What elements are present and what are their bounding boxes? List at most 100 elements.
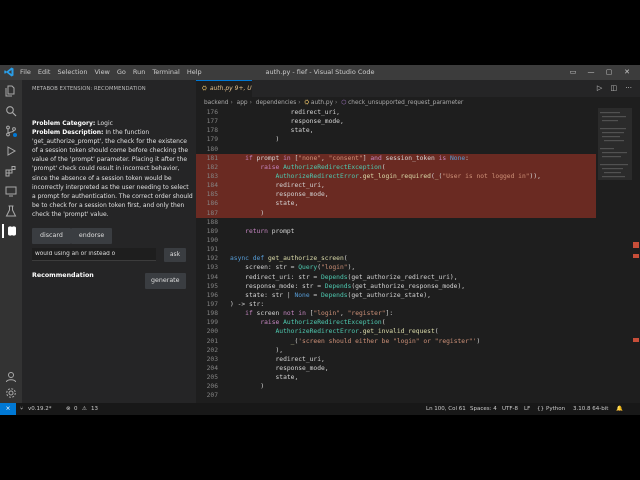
- line-number: 178: [206, 127, 218, 135]
- editor-scrollbar[interactable]: [632, 108, 640, 402]
- notifications-bell-icon[interactable]: 🔔: [616, 403, 623, 415]
- code-line[interactable]: 206 ): [196, 382, 596, 391]
- code-text: state,: [230, 127, 314, 135]
- ask-input[interactable]: [32, 248, 156, 261]
- tab-bar: ⛭ auth.py 9+, U ▷ ◫ ···: [196, 80, 640, 97]
- menu-help[interactable]: Help: [187, 65, 202, 80]
- code-line[interactable]: 202 ),: [196, 346, 596, 355]
- language-mode[interactable]: Python: [546, 403, 565, 415]
- warning-count[interactable]: 13: [91, 403, 98, 415]
- code-line[interactable]: 193 screen: str = Query("login"),: [196, 263, 596, 272]
- python-interpreter[interactable]: 3.10.8 64-bit: [573, 403, 608, 415]
- metabob-sidebar: METABOB EXTENSION: RECOMMENDATION Proble…: [22, 80, 196, 403]
- search-icon[interactable]: [4, 104, 18, 118]
- code-line[interactable]: 185 response_mode,: [196, 190, 596, 200]
- code-line[interactable]: 187 ): [196, 208, 596, 218]
- code-view[interactable]: 176 redirect_uri, 177 response_mode, 178 s…: [196, 108, 596, 402]
- code-line[interactable]: 184 redirect_uri,: [196, 181, 596, 191]
- code-line[interactable]: 181 if prompt in ["none", "consent"] and…: [196, 153, 596, 163]
- error-icon: ⊗: [66, 406, 71, 412]
- testing-icon[interactable]: [4, 204, 18, 218]
- code-line[interactable]: 200 AuthorizeRedirectError.get_invalid_r…: [196, 327, 596, 336]
- indentation[interactable]: Spaces: 4: [470, 403, 497, 415]
- line-number: 191: [206, 246, 218, 254]
- code-line[interactable]: 180: [196, 145, 596, 154]
- breadcrumb-item[interactable]: check_unsupported_request_parameter: [348, 100, 463, 106]
- menu-file[interactable]: File: [20, 65, 31, 80]
- breadcrumb-item[interactable]: backend: [204, 100, 229, 106]
- run-debug-icon[interactable]: [4, 144, 18, 158]
- code-line[interactable]: 194 redirect_uri: str = Depends(get_auth…: [196, 273, 596, 282]
- encoding[interactable]: UTF-8: [502, 403, 518, 415]
- more-actions-icon[interactable]: ···: [625, 84, 632, 92]
- code-line[interactable]: 186 state,: [196, 199, 596, 209]
- close-icon[interactable]: ✕: [618, 65, 636, 80]
- menu-selection[interactable]: Selection: [57, 65, 87, 80]
- code-line[interactable]: 178 state,: [196, 126, 596, 135]
- minimize-icon[interactable]: —: [582, 65, 600, 80]
- generate-button[interactable]: generate: [145, 273, 186, 289]
- ask-row: ask: [32, 248, 186, 262]
- code-line[interactable]: 176 redirect_uri,: [196, 108, 596, 117]
- discard-button[interactable]: discard: [32, 228, 71, 244]
- code-line[interactable]: 207: [196, 391, 596, 400]
- code-line[interactable]: 183 AuthorizeRedirectError.get_login_req…: [196, 171, 596, 182]
- minimap[interactable]: [598, 108, 632, 402]
- run-icon[interactable]: ▷: [597, 84, 602, 92]
- remote-indicator-icon[interactable]: ⨯: [0, 403, 16, 415]
- source-control-icon[interactable]: [4, 124, 18, 138]
- breadcrumb-item[interactable]: auth.py: [311, 100, 333, 106]
- code-line[interactable]: 204 response_mode,: [196, 364, 596, 373]
- line-number: 177: [206, 118, 218, 126]
- code-line[interactable]: 196 state: str | None = Depends(get_auth…: [196, 291, 596, 300]
- code-line[interactable]: 191: [196, 245, 596, 254]
- remote-explorer-icon[interactable]: [4, 184, 18, 198]
- code-line[interactable]: 192 async def get_authorize_screen(: [196, 254, 596, 263]
- line-number: 203: [206, 355, 218, 363]
- code-text: response_mode,: [230, 191, 329, 199]
- endorse-button[interactable]: endorse: [70, 228, 113, 244]
- layout-icon[interactable]: ▭: [564, 65, 582, 80]
- tab-auth-py[interactable]: ⛭ auth.py 9+, U: [196, 80, 252, 97]
- code-line[interactable]: 188: [196, 218, 596, 227]
- maximize-icon[interactable]: ▢: [600, 65, 618, 80]
- menu-view[interactable]: View: [94, 65, 109, 80]
- menu-run[interactable]: Run: [133, 65, 145, 80]
- menu-terminal[interactable]: Terminal: [152, 65, 179, 80]
- split-editor-icon[interactable]: ◫: [610, 84, 617, 92]
- code-text: ): [230, 383, 265, 391]
- extensions-icon[interactable]: [4, 164, 18, 178]
- explorer-icon[interactable]: [4, 84, 18, 98]
- breadcrumb-item[interactable]: app: [237, 100, 248, 106]
- menu-go[interactable]: Go: [117, 65, 126, 80]
- code-line[interactable]: 198 if screen not in ["login", "register…: [196, 309, 596, 318]
- code-text: ) -> str:: [230, 300, 265, 308]
- ask-button[interactable]: ask: [164, 248, 186, 262]
- code-text: raise AuthorizeRedirectException(: [260, 319, 386, 327]
- code-line[interactable]: 197) -> str:: [196, 300, 596, 309]
- code-line[interactable]: 201 _('screen should either be "login" o…: [196, 337, 596, 346]
- menu-edit[interactable]: Edit: [38, 65, 51, 80]
- settings-gear-icon[interactable]: [4, 386, 18, 400]
- code-line[interactable]: 195 response_mode: str = Depends(get_aut…: [196, 282, 596, 291]
- code-line[interactable]: 205 state,: [196, 373, 596, 382]
- git-branch[interactable]: v0.19.2*: [28, 403, 52, 415]
- code-line[interactable]: 190: [196, 236, 596, 245]
- code-text: if screen not in ["login", "register"]:: [245, 310, 394, 318]
- code-line[interactable]: 189 return prompt: [196, 227, 596, 236]
- metabob-icon[interactable]: [2, 224, 20, 238]
- cursor-position[interactable]: Ln 100, Col 61: [426, 403, 466, 415]
- code-text: redirect_uri,: [230, 109, 340, 116]
- tab-label: auth.py: [209, 85, 233, 92]
- window-controls: ▭ — ▢ ✕: [564, 65, 636, 80]
- code-line[interactable]: 203 redirect_uri,: [196, 355, 596, 364]
- code-line[interactable]: 199 raise AuthorizeRedirectException(: [196, 318, 596, 327]
- breadcrumb-item[interactable]: dependencies: [256, 100, 296, 106]
- chevron-right-icon: ›: [335, 100, 338, 106]
- code-line[interactable]: 182 raise AuthorizeRedirectException(: [196, 162, 596, 172]
- error-count[interactable]: 0: [74, 403, 78, 415]
- code-line[interactable]: 179 ): [196, 135, 596, 144]
- account-icon[interactable]: [4, 370, 18, 384]
- code-line[interactable]: 177 response_mode,: [196, 117, 596, 126]
- line-ending[interactable]: LF: [524, 403, 530, 415]
